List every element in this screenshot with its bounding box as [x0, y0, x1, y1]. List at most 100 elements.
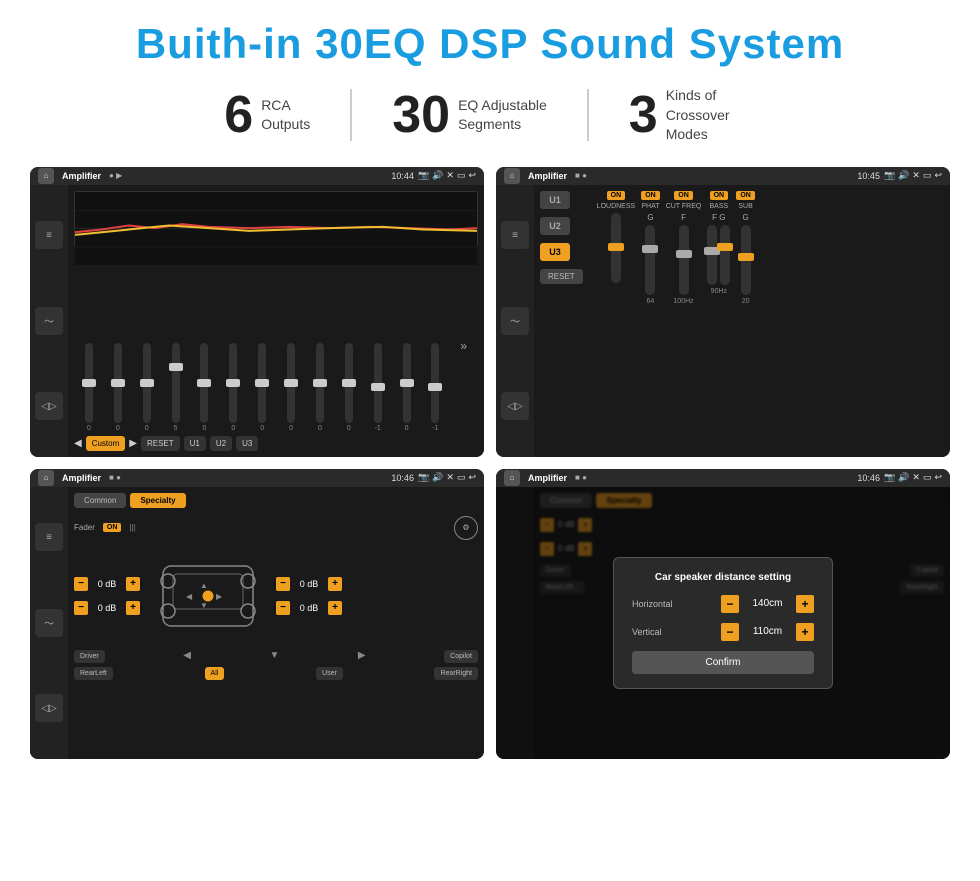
next-btn[interactable]: ▶: [129, 438, 137, 449]
home-icon-2[interactable]: ⌂: [504, 168, 520, 184]
horizontal-plus[interactable]: +: [796, 595, 814, 613]
left-volumes: − 0 dB + − 0 dB +: [74, 546, 140, 646]
screen-eq: ⌂ Amplifier ● ▶ 10:44 📷🔊✕▭↩ ≡ 〜 ◁▷: [30, 167, 484, 457]
slider-8[interactable]: 0: [287, 343, 295, 432]
slider-11[interactable]: -1: [374, 343, 382, 432]
status-icons-2: 📷🔊✕▭↩: [884, 170, 942, 181]
slider-12[interactable]: 0: [403, 343, 411, 432]
bottom-labels-2: RearLeft All User RearRight: [74, 667, 478, 680]
sub-slider[interactable]: [741, 225, 751, 295]
fader-vol-btn[interactable]: ◁▷: [35, 694, 63, 722]
horizontal-label: Horizontal: [632, 599, 673, 609]
vol-minus-1[interactable]: −: [74, 577, 88, 591]
loudness-slider[interactable]: [611, 213, 621, 283]
stat-label-eq: EQ AdjustableSegments: [458, 96, 547, 135]
vertical-minus[interactable]: −: [721, 623, 739, 641]
fader-wave-btn[interactable]: 〜: [35, 609, 63, 637]
eq-filter-btn[interactable]: ≡: [35, 221, 63, 249]
stat-number-eq: 30: [392, 89, 450, 141]
fader-main: Common Specialty Fader ON ||| ⚙ −: [68, 487, 484, 759]
u1-btn-eq[interactable]: U1: [184, 436, 206, 451]
phat-label: PHAT: [641, 203, 659, 210]
slider-3[interactable]: 0: [143, 343, 151, 432]
screen-dsp: ⌂ Amplifier ■ ● 10:45 📷🔊✕▭↩ ≡ 〜 ◁▷ U1: [496, 167, 950, 457]
rearleft-btn[interactable]: RearLeft: [74, 667, 113, 680]
car-diagram: ▲ ▼ ◀ ▶: [148, 546, 268, 646]
slider-6[interactable]: 0: [229, 343, 237, 432]
horizontal-value-group: − 140cm +: [721, 595, 814, 613]
sub-on: ON: [736, 191, 755, 200]
tab-common[interactable]: Common: [74, 493, 126, 508]
app-name-4: Amplifier: [528, 473, 567, 483]
eq-vol-btn[interactable]: ◁▷: [35, 392, 63, 420]
copilot-btn[interactable]: Copilot: [444, 650, 478, 663]
screen-dialog: ⌂ Amplifier ■ ● 10:46 📷🔊✕▭↩ Common Speci…: [496, 469, 950, 759]
phat-slider[interactable]: [645, 225, 655, 295]
slider-9[interactable]: 0: [316, 343, 324, 432]
custom-btn[interactable]: Custom: [86, 436, 126, 451]
app-name-1: Amplifier: [62, 171, 101, 181]
status-bar-2: ⌂ Amplifier ■ ● 10:45 📷🔊✕▭↩: [496, 167, 950, 185]
user-btn[interactable]: User: [316, 667, 343, 680]
right-arrow-btn[interactable]: ▶: [358, 650, 366, 663]
rearright-btn[interactable]: RearRight: [434, 667, 478, 680]
dialog-overlay: Car speaker distance setting Horizontal …: [496, 487, 950, 759]
slider-4[interactable]: 5: [172, 343, 180, 432]
vol-plus-1[interactable]: +: [126, 577, 140, 591]
confirm-button[interactable]: Confirm: [632, 651, 814, 674]
fader-filter-btn[interactable]: ≡: [35, 523, 63, 551]
u2-dsp-btn[interactable]: U2: [540, 217, 570, 235]
slider-1[interactable]: 0: [85, 343, 93, 432]
eq-wave-btn[interactable]: 〜: [35, 307, 63, 335]
vol-plus-3[interactable]: +: [328, 577, 342, 591]
vol-minus-3[interactable]: −: [276, 577, 290, 591]
u2-btn-eq[interactable]: U2: [210, 436, 232, 451]
u1-dsp-btn[interactable]: U1: [540, 191, 570, 209]
status-icons-1: 📷🔊✕▭↩: [418, 170, 476, 181]
loudness-label: LOUDNESS: [597, 203, 636, 210]
u3-dsp-btn[interactable]: U3: [540, 243, 570, 261]
more-icon[interactable]: »: [460, 339, 467, 353]
dialog-horizontal-row: Horizontal − 140cm +: [632, 595, 814, 613]
horizontal-minus[interactable]: −: [721, 595, 739, 613]
reset-btn-eq[interactable]: RESET: [141, 436, 180, 451]
time-1: 10:44: [391, 171, 414, 181]
tab-specialty[interactable]: Specialty: [130, 493, 185, 508]
reset-dsp-btn[interactable]: RESET: [540, 269, 583, 284]
settings-icon[interactable]: ⚙: [454, 516, 478, 540]
bass-slider-g[interactable]: [720, 225, 730, 285]
home-icon-1[interactable]: ⌂: [38, 168, 54, 184]
vertical-plus[interactable]: +: [796, 623, 814, 641]
left-arrow-btn[interactable]: ◀: [183, 650, 191, 663]
dsp-filter-btn[interactable]: ≡: [501, 221, 529, 249]
driver-btn[interactable]: Driver: [74, 650, 105, 663]
down-arrow-btn[interactable]: ▼: [269, 650, 279, 663]
slider-7[interactable]: 0: [258, 343, 266, 432]
home-icon-3[interactable]: ⌂: [38, 470, 54, 486]
vol-val-3: 0 dB: [294, 579, 324, 589]
vol-plus-2[interactable]: +: [126, 601, 140, 615]
fader-label: Fader: [74, 523, 95, 532]
vol-minus-2[interactable]: −: [74, 601, 88, 615]
vol-ctrl-2: − 0 dB +: [74, 601, 140, 615]
slider-2[interactable]: 0: [114, 343, 122, 432]
vol-plus-4[interactable]: +: [328, 601, 342, 615]
vol-val-2: 0 dB: [92, 603, 122, 613]
dsp-vol-btn[interactable]: ◁▷: [501, 392, 529, 420]
prev-btn[interactable]: ◀: [74, 438, 82, 449]
screens-grid: ⌂ Amplifier ● ▶ 10:44 📷🔊✕▭↩ ≡ 〜 ◁▷: [30, 167, 950, 759]
vol-val-4: 0 dB: [294, 603, 324, 613]
home-icon-4[interactable]: ⌂: [504, 470, 520, 486]
u3-btn-eq[interactable]: U3: [236, 436, 258, 451]
time-2: 10:45: [857, 171, 880, 181]
cutfreq-slider[interactable]: [679, 225, 689, 295]
bass-slider-f[interactable]: [707, 225, 717, 285]
time-3: 10:46: [391, 473, 414, 483]
fader-body: − 0 dB + − 0 dB +: [74, 546, 478, 646]
slider-5[interactable]: 0: [200, 343, 208, 432]
slider-13[interactable]: -1: [431, 343, 439, 432]
vol-minus-4[interactable]: −: [276, 601, 290, 615]
all-btn[interactable]: All: [205, 667, 225, 680]
slider-10[interactable]: 0: [345, 343, 353, 432]
dsp-wave-btn[interactable]: 〜: [501, 307, 529, 335]
